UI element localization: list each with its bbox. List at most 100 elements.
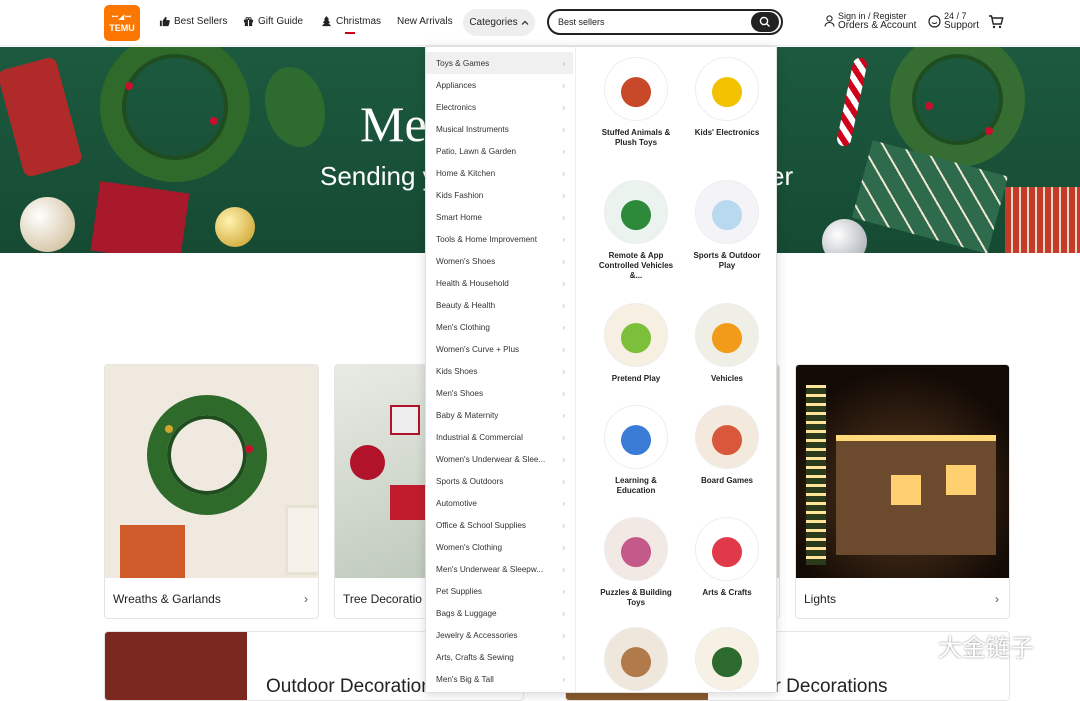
category-item-label: Musical Instruments bbox=[436, 124, 509, 134]
category-item[interactable]: Patio, Lawn & Garden › bbox=[426, 140, 573, 162]
wreath-image bbox=[105, 365, 318, 578]
chevron-up-icon bbox=[521, 20, 529, 25]
gift-shape bbox=[120, 525, 185, 578]
category-item-label: Women's Underwear & Slee... bbox=[436, 454, 546, 464]
subcategory-item[interactable]: Kids' Electronics bbox=[688, 57, 766, 138]
subcategory-image bbox=[695, 303, 759, 367]
subcategory-item[interactable]: Arts & Crafts bbox=[688, 517, 766, 598]
support-label: Support bbox=[944, 20, 980, 31]
categories-button[interactable]: Categories bbox=[463, 9, 535, 36]
christmas-tree-icon bbox=[321, 16, 332, 27]
house-ornament-shape bbox=[390, 405, 420, 435]
chevron-right-icon: › bbox=[562, 146, 565, 156]
subcategory-item[interactable]: Puzzles & Building Toys bbox=[597, 517, 675, 608]
subcategory-label: Arts & Crafts bbox=[702, 588, 752, 597]
category-item[interactable]: Office & School Supplies › bbox=[426, 514, 573, 536]
category-item[interactable]: Kids Fashion › bbox=[426, 184, 573, 206]
category-item[interactable]: Women's Curve + Plus › bbox=[426, 338, 573, 360]
account-menu[interactable]: Sign in / Register Orders & Account bbox=[824, 12, 916, 31]
search-button[interactable] bbox=[751, 12, 779, 32]
category-item[interactable]: Men's Underwear & Sleepw... › bbox=[426, 558, 573, 580]
nav-christmas[interactable]: Christmas bbox=[321, 16, 381, 27]
outdoor-image bbox=[105, 632, 247, 700]
search-input[interactable]: Best sellers bbox=[547, 9, 783, 35]
chevron-right-icon: › bbox=[562, 542, 565, 552]
category-item[interactable]: Beauty & Health › bbox=[426, 294, 573, 316]
subcategory-label: Board Games bbox=[700, 476, 754, 485]
stocking-decoration bbox=[0, 56, 84, 178]
support-link[interactable]: 24 / 7 Support bbox=[928, 12, 980, 31]
chevron-right-icon: › bbox=[562, 234, 565, 244]
category-item[interactable]: Appliances › bbox=[426, 74, 573, 96]
subcategory-image bbox=[695, 180, 759, 244]
category-item[interactable]: Musical Instruments › bbox=[426, 118, 573, 140]
category-item[interactable]: Women's Underwear & Slee... › bbox=[426, 448, 573, 470]
category-item[interactable]: Electronics › bbox=[426, 96, 573, 118]
user-icon bbox=[824, 15, 835, 27]
subcategory-image bbox=[695, 517, 759, 581]
lights-image bbox=[796, 365, 1009, 578]
category-item[interactable]: Sports & Outdoors › bbox=[426, 470, 573, 492]
nav-new-arrivals[interactable]: New Arrivals bbox=[397, 16, 453, 27]
subcategory-item[interactable]: Stuffed Animals & Plush Toys bbox=[597, 57, 675, 148]
subcategory-item[interactable]: Remote & App Controlled Vehicles &... bbox=[597, 180, 675, 281]
card-label: Lights › bbox=[796, 578, 1009, 618]
temu-logo[interactable]: ꟷ◢ꟷ TEMU bbox=[104, 5, 140, 41]
window-shape bbox=[946, 465, 976, 495]
category-item[interactable]: Baby & Maternity › bbox=[426, 404, 573, 426]
chevron-right-icon: › bbox=[562, 278, 565, 288]
window-shape bbox=[891, 475, 921, 505]
gift-box-decoration bbox=[90, 181, 190, 253]
category-item[interactable]: Men's Shoes › bbox=[426, 382, 573, 404]
subcategory-image bbox=[695, 57, 759, 121]
category-item[interactable]: Women's Clothing › bbox=[426, 536, 573, 558]
card-label-text: Tree Decoratio bbox=[343, 591, 422, 606]
category-item[interactable]: Health & Household › bbox=[426, 272, 573, 294]
category-item[interactable]: Jewelry & Accessories › bbox=[426, 624, 573, 646]
category-item[interactable]: Toys & Games › bbox=[426, 52, 573, 74]
chevron-right-icon: › bbox=[562, 300, 565, 310]
category-item[interactable]: Automotive › bbox=[426, 492, 573, 514]
subcategory-item[interactable] bbox=[688, 627, 766, 698]
category-item-label: Men's Underwear & Sleepw... bbox=[436, 564, 544, 574]
category-card-lights[interactable]: Lights › bbox=[795, 364, 1010, 619]
chevron-right-icon: › bbox=[995, 591, 999, 606]
category-card-wreaths[interactable]: Wreaths & Garlands › bbox=[104, 364, 319, 619]
category-item[interactable]: Men's Big & Tall › bbox=[426, 668, 573, 690]
search-value: Best sellers bbox=[558, 17, 605, 27]
watermark: 大金链子 bbox=[892, 628, 1034, 663]
subcategory-label: Learning & Education bbox=[615, 476, 657, 495]
ornament-ball-decoration bbox=[822, 219, 867, 253]
subcategory-label: Remote & App Controlled Vehicles &... bbox=[598, 251, 674, 280]
category-item[interactable]: Women's Shoes › bbox=[426, 250, 573, 272]
category-item-label: Kids Shoes bbox=[436, 366, 478, 376]
subcategory-label: Vehicles bbox=[710, 374, 744, 383]
chevron-right-icon: › bbox=[562, 608, 565, 618]
category-item[interactable]: Pet Supplies › bbox=[426, 580, 573, 602]
category-item[interactable]: Arts, Crafts & Sewing › bbox=[426, 646, 573, 668]
banner-subtitle: Sending y bbox=[320, 161, 436, 191]
subcategory-item[interactable]: Sports & Outdoor Play bbox=[688, 180, 766, 271]
subcategory-item[interactable]: Pretend Play bbox=[597, 303, 675, 384]
category-item[interactable]: Kids Shoes › bbox=[426, 360, 573, 382]
category-item-label: Women's Curve + Plus bbox=[436, 344, 520, 354]
nav-gift-guide[interactable]: Gift Guide bbox=[243, 16, 303, 27]
category-item[interactable]: Smart Home › bbox=[426, 206, 573, 228]
subcategory-item[interactable]: Board Games bbox=[688, 405, 766, 486]
category-item[interactable]: Industrial & Commercial › bbox=[426, 426, 573, 448]
chevron-right-icon: › bbox=[562, 410, 565, 420]
cart-button[interactable] bbox=[988, 14, 1004, 35]
berry-decoration bbox=[985, 127, 993, 135]
subcategory-item[interactable]: Learning & Education bbox=[597, 405, 675, 496]
category-item-label: Beauty & Health bbox=[436, 300, 496, 310]
category-item-label: Bags & Luggage bbox=[436, 608, 497, 618]
nav-best-sellers[interactable]: Best Sellers bbox=[159, 16, 227, 27]
category-item[interactable]: Men's Clothing › bbox=[426, 316, 573, 338]
subcategory-item[interactable] bbox=[597, 627, 675, 698]
category-item[interactable]: Bags & Luggage › bbox=[426, 602, 573, 624]
subcategory-item[interactable]: Vehicles bbox=[688, 303, 766, 384]
chevron-right-icon: › bbox=[562, 344, 565, 354]
category-item[interactable]: Tools & Home Improvement › bbox=[426, 228, 573, 250]
category-item-label: Women's Shoes bbox=[436, 256, 496, 266]
category-item[interactable]: Home & Kitchen › bbox=[426, 162, 573, 184]
